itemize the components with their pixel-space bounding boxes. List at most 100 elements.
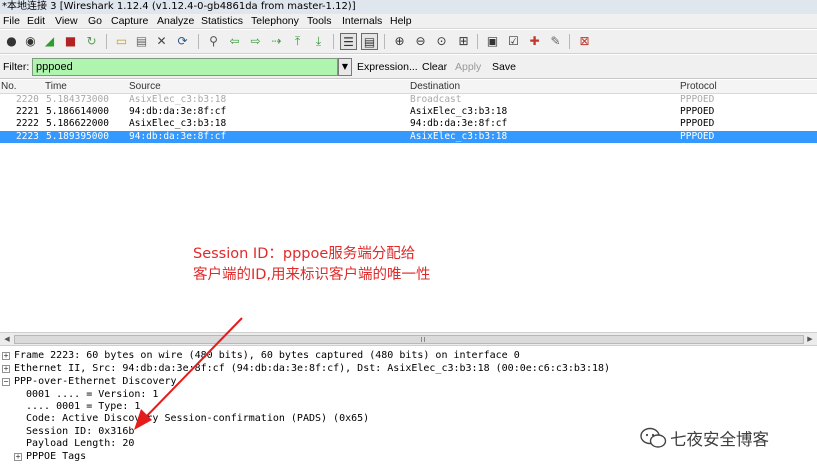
reload-icon[interactable]: ⟳ bbox=[174, 33, 191, 50]
packet-time: 5.189395000 bbox=[46, 131, 109, 142]
capture-filters-icon[interactable]: ▣ bbox=[484, 33, 501, 50]
menu-statistics[interactable]: Statistics bbox=[201, 14, 243, 29]
display-filter-input[interactable]: pppoed bbox=[32, 58, 338, 76]
help-icon[interactable]: ⊠ bbox=[576, 33, 593, 50]
save-file-icon[interactable]: ▤ bbox=[133, 33, 150, 50]
zoom-out-icon[interactable]: ⊖ bbox=[412, 33, 429, 50]
packet-details: + Frame 2223: 60 bytes on wire (480 bits… bbox=[0, 348, 817, 472]
toolbar-separator bbox=[384, 34, 385, 49]
toolbar-separator bbox=[569, 34, 570, 49]
column-header-no[interactable]: No. bbox=[1, 80, 17, 94]
packet-time: 5.186622000 bbox=[46, 118, 109, 129]
detail-code[interactable]: Code: Active Discovery Session-confirmat… bbox=[26, 413, 369, 425]
packet-source: 94:db:da:3e:8f:cf bbox=[129, 131, 227, 142]
detail-pppoe[interactable]: PPP-over-Ethernet Discovery bbox=[14, 376, 177, 388]
restart-capture-icon[interactable]: ↻ bbox=[83, 33, 100, 50]
toolbar-separator bbox=[477, 34, 478, 49]
scrollbar-thumb[interactable] bbox=[14, 335, 804, 344]
detail-frame[interactable]: Frame 2223: 60 bytes on wire (480 bits),… bbox=[14, 350, 520, 362]
packet-row[interactable]: 2221 5.186614000 94:db:da:3e:8f:cf AsixE… bbox=[0, 106, 817, 118]
wechat-icon bbox=[640, 427, 667, 448]
packet-protocol: PPPOED bbox=[680, 131, 715, 142]
main-toolbar: ● ◉ ◢ ■ ↻ ▭ ▤ ✕ ⟳ ⚲ ⇦ ⇨ ⇢ ⤒ ⤓ ☰ ▤ ⊕ ⊖ ⊙ … bbox=[0, 30, 817, 54]
expand-icon[interactable]: + bbox=[14, 453, 22, 461]
open-file-icon[interactable]: ▭ bbox=[113, 33, 130, 50]
menu-telephony[interactable]: Telephony bbox=[251, 14, 299, 29]
packet-row[interactable]: 2222 5.186622000 AsixElec_c3:b3:18 94:db… bbox=[0, 118, 817, 130]
start-capture-icon[interactable]: ◢ bbox=[41, 33, 58, 50]
detail-version[interactable]: 0001 .... = Version: 1 bbox=[26, 389, 158, 401]
packet-destination: Broadcast bbox=[410, 94, 462, 105]
go-last-icon[interactable]: ⤓ bbox=[310, 33, 327, 50]
go-to-packet-icon[interactable]: ⇢ bbox=[268, 33, 285, 50]
filter-toolbar: Filter: pppoed ▼ Expression... Clear App… bbox=[0, 55, 817, 79]
auto-scroll-icon[interactable]: ▤ bbox=[361, 33, 378, 50]
packet-row-selected[interactable]: 2223 5.189395000 94:db:da:3e:8f:cf AsixE… bbox=[0, 131, 817, 143]
column-header-time[interactable]: Time bbox=[45, 80, 67, 94]
toolbar-separator bbox=[106, 34, 107, 49]
scrollbar-grip bbox=[421, 337, 425, 342]
go-first-icon[interactable]: ⤒ bbox=[289, 33, 306, 50]
watermark: 七夜安全博客 bbox=[640, 424, 817, 452]
menu-tools[interactable]: Tools bbox=[307, 14, 332, 29]
packet-no: 2223 bbox=[16, 131, 39, 142]
go-back-icon[interactable]: ⇦ bbox=[226, 33, 243, 50]
window-title: *本地连接 3 [Wireshark 1.12.4 (v1.12.4-0-gb4… bbox=[0, 0, 817, 14]
menu-analyze[interactable]: Analyze bbox=[157, 14, 194, 29]
preferences-icon[interactable]: ✎ bbox=[547, 33, 564, 50]
stop-capture-icon[interactable]: ■ bbox=[62, 33, 79, 50]
close-file-icon[interactable]: ✕ bbox=[153, 33, 170, 50]
toolbar-separator bbox=[198, 34, 199, 49]
annotation-line-2: 客户端的ID,用来标识客户端的唯一性 bbox=[193, 267, 431, 283]
apply-button[interactable]: Apply bbox=[455, 61, 481, 73]
resize-columns-icon[interactable]: ⊞ bbox=[455, 33, 472, 50]
packet-source: 94:db:da:3e:8f:cf bbox=[129, 106, 227, 117]
packet-protocol: PPPOED bbox=[680, 106, 715, 117]
column-header-source[interactable]: Source bbox=[129, 80, 161, 94]
scroll-right-icon[interactable]: ▶ bbox=[804, 334, 816, 345]
detail-type[interactable]: .... 0001 = Type: 1 bbox=[26, 401, 140, 413]
zoom-in-icon[interactable]: ⊕ bbox=[391, 33, 408, 50]
capture-options-icon[interactable]: ◉ bbox=[22, 33, 39, 50]
go-forward-icon[interactable]: ⇨ bbox=[247, 33, 264, 50]
column-header-protocol[interactable]: Protocol bbox=[680, 80, 717, 94]
clear-button[interactable]: Clear bbox=[422, 61, 447, 73]
horizontal-scrollbar[interactable]: ◀ ▶ bbox=[0, 332, 817, 346]
packet-list-header: No. Time Source Destination Protocol bbox=[0, 80, 817, 94]
zoom-normal-icon[interactable]: ⊙ bbox=[433, 33, 450, 50]
column-header-destination[interactable]: Destination bbox=[410, 80, 460, 94]
detail-session-id[interactable]: Session ID: 0x316b bbox=[26, 426, 134, 438]
interface-list-icon[interactable]: ● bbox=[3, 33, 20, 50]
packet-destination: AsixElec_c3:b3:18 bbox=[410, 106, 508, 117]
menu-capture[interactable]: Capture bbox=[111, 14, 148, 29]
expression-button[interactable]: Expression... bbox=[357, 61, 418, 73]
packet-no: 2220 bbox=[16, 94, 39, 105]
colorize-icon[interactable]: ☰ bbox=[340, 33, 357, 50]
packet-row[interactable]: 2220 5.184373000 AsixElec_c3:b3:18 Broad… bbox=[0, 94, 817, 106]
packet-list: No. Time Source Destination Protocol 222… bbox=[0, 80, 817, 332]
menu-go[interactable]: Go bbox=[88, 14, 102, 29]
filter-dropdown-button[interactable]: ▼ bbox=[338, 58, 352, 76]
detail-ethernet[interactable]: Ethernet II, Src: 94:db:da:3e:8f:cf (94:… bbox=[14, 363, 610, 375]
expand-icon[interactable]: + bbox=[2, 365, 10, 373]
detail-pppoe-tags[interactable]: PPPOE Tags bbox=[26, 451, 86, 463]
expand-icon[interactable]: + bbox=[2, 352, 10, 360]
menu-internals[interactable]: Internals bbox=[342, 14, 382, 29]
coloring-rules-icon[interactable]: ✚ bbox=[526, 33, 543, 50]
toolbar-separator bbox=[333, 34, 334, 49]
detail-payload-length[interactable]: Payload Length: 20 bbox=[26, 438, 134, 450]
menu-edit[interactable]: Edit bbox=[27, 14, 45, 29]
find-packet-icon[interactable]: ⚲ bbox=[205, 33, 222, 50]
packet-protocol: PPPOED bbox=[680, 118, 715, 129]
collapse-icon[interactable]: − bbox=[2, 378, 10, 386]
annotation-text: Session ID：pppoe服务端分配给 客户端的ID,用来标识客户端的唯一… bbox=[193, 244, 431, 286]
menu-file[interactable]: File bbox=[3, 14, 20, 29]
menu-help[interactable]: Help bbox=[390, 14, 412, 29]
save-button[interactable]: Save bbox=[492, 61, 516, 73]
display-filters-icon[interactable]: ☑ bbox=[505, 33, 522, 50]
packet-protocol: PPPOED bbox=[680, 94, 715, 105]
packet-no: 2221 bbox=[16, 106, 39, 117]
packet-destination: 94:db:da:3e:8f:cf bbox=[410, 118, 508, 129]
menu-view[interactable]: View bbox=[55, 14, 78, 29]
scroll-left-icon[interactable]: ◀ bbox=[1, 334, 13, 345]
